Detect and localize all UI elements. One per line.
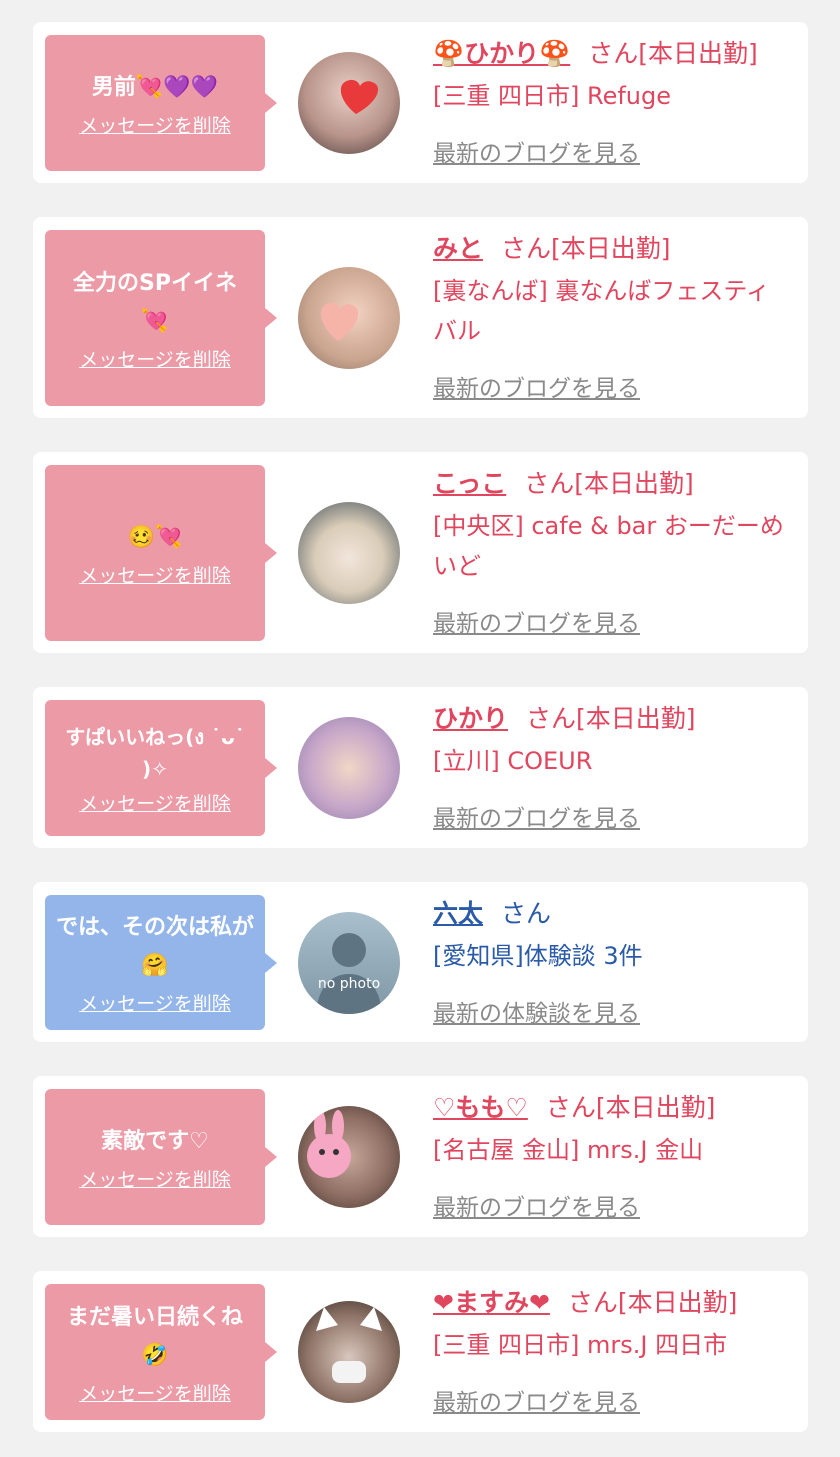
review-info: [愛知県]体験談 3件 — [433, 942, 643, 970]
message-card: すぱいいねっ(ง ˙ᴗ˙ )✧ メッセージを削除 ひかり さん[本日出勤] [立川… — [33, 687, 808, 848]
avatar[interactable] — [298, 1301, 400, 1403]
message-text: では、その次は私が🤗 — [55, 915, 254, 978]
latest-blog-link[interactable]: 最新のブログを見る — [433, 134, 640, 168]
message-card: 素敵です♡ メッセージを削除 ♡もも♡ さん[本日出勤] [名古屋 金山] mrs… — [33, 1076, 808, 1237]
attendance-status: [本日出勤] — [638, 39, 758, 68]
message-card: 🥴💘 メッセージを削除 こっこ さん[本日出勤] [中央区] cafe & bar… — [33, 452, 808, 653]
no-photo-label: no photo — [317, 976, 381, 992]
message-list: 男前💘💜💜 メッセージを削除 🍄ひかり🍄 さん[本日出勤] [三重 四日市] Re… — [0, 0, 840, 1457]
message-text: 男前💘💜💜 — [91, 74, 219, 100]
latest-blog-link[interactable]: 最新のブログを見る — [433, 1383, 640, 1417]
message-card: まだ暑い日続くね 🤣 メッセージを削除 ❤ますみ❤ さん[本日出勤] [三重 四日… — [33, 1271, 808, 1432]
delete-message-link[interactable]: メッセージを削除 — [79, 561, 231, 588]
message-bubble: では、その次は私が🤗 メッセージを削除 — [45, 895, 277, 1030]
heart-sticker-icon — [320, 302, 359, 341]
message-text: 全力のSPイイネ 💘 — [73, 270, 237, 334]
sender-info: ❤ますみ❤ さん[本日出勤] [三重 四日市] mrs.J 四日市 最新のブログを… — [433, 1283, 798, 1416]
message-text: 🥴💘 — [127, 524, 183, 550]
honorific: さん — [526, 704, 577, 733]
message-text: すぱいいねっ(ง ˙ᴗ˙ )✧ — [65, 724, 245, 781]
shop-info: [三重 四日市] Refuge — [433, 82, 672, 110]
shop-info: [名古屋 金山] mrs.J 金山 — [433, 1136, 704, 1164]
attendance-status: [本日出勤] — [617, 1288, 738, 1317]
sender-info: ひかり さん[本日出勤] [立川] COEUR 最新のブログを見る — [433, 699, 798, 832]
message-bubble: 男前💘💜💜 メッセージを削除 — [45, 35, 277, 171]
shop-info: [中央区] cafe & bar おーだーめいど — [433, 512, 784, 580]
message-card: 全力のSPイイネ 💘 メッセージを削除 みと さん[本日出勤] [裏なんば] 裏な… — [33, 217, 808, 418]
honorific: さん — [545, 1093, 596, 1122]
cat-ears-sticker-icon — [316, 1307, 382, 1383]
delete-message-link[interactable]: メッセージを削除 — [79, 111, 231, 138]
sender-name-link[interactable]: ❤ますみ❤ — [433, 1288, 550, 1317]
message-bubble: 🥴💘 メッセージを削除 — [45, 465, 277, 641]
sender-name-link[interactable]: こっこ — [433, 469, 506, 498]
sender-name-link[interactable]: 🍄ひかり🍄 — [433, 39, 570, 68]
message-text: 素敵です♡ — [101, 1128, 209, 1154]
message-bubble: すぱいいねっ(ง ˙ᴗ˙ )✧ メッセージを削除 — [45, 700, 277, 836]
attendance-status: [本日出勤] — [576, 704, 696, 733]
message-text: まだ暑い日続くね 🤣 — [66, 1304, 243, 1368]
latest-blog-link[interactable]: 最新のブログを見る — [433, 1188, 640, 1222]
sender-info: こっこ さん[本日出勤] [中央区] cafe & bar おーだーめいど 最新の… — [433, 464, 798, 637]
latest-review-link[interactable]: 最新の体験談を見る — [433, 994, 640, 1028]
shop-info: [三重 四日市] mrs.J 四日市 — [433, 1331, 728, 1359]
avatar[interactable] — [298, 52, 400, 154]
message-bubble: 素敵です♡ メッセージを削除 — [45, 1089, 277, 1225]
sender-name-link[interactable]: ♡もも♡ — [433, 1093, 528, 1122]
no-photo-avatar[interactable]: no photo — [298, 912, 400, 1014]
message-bubble: まだ暑い日続くね 🤣 メッセージを削除 — [45, 1284, 277, 1420]
sender-name-link[interactable]: みと — [433, 234, 483, 263]
honorific: さん — [501, 234, 552, 263]
attendance-status: [本日出勤] — [574, 469, 694, 498]
message-bubble: 全力のSPイイネ 💘 メッセージを削除 — [45, 230, 277, 406]
delete-message-link[interactable]: メッセージを削除 — [79, 1379, 231, 1406]
sender-info: みと さん[本日出勤] [裏なんば] 裏なんばフェスティバル 最新のブログを見る — [433, 229, 798, 402]
delete-message-link[interactable]: メッセージを削除 — [79, 1165, 231, 1192]
honorific: さん — [524, 469, 575, 498]
honorific: さん — [588, 39, 639, 68]
delete-message-link[interactable]: メッセージを削除 — [79, 989, 231, 1016]
sender-name-link[interactable]: ひかり — [433, 704, 508, 733]
honorific: さん — [501, 899, 552, 928]
message-card: 男前💘💜💜 メッセージを削除 🍄ひかり🍄 さん[本日出勤] [三重 四日市] Re… — [33, 22, 808, 183]
message-card: では、その次は私が🤗 メッセージを削除 no photo 六太 さん [愛知県]体… — [33, 882, 808, 1042]
avatar[interactable] — [298, 267, 400, 369]
delete-message-link[interactable]: メッセージを削除 — [79, 789, 231, 816]
avatar[interactable] — [298, 1106, 400, 1208]
attendance-status: [本日出勤] — [595, 1093, 716, 1122]
avatar[interactable] — [298, 717, 400, 819]
delete-message-link[interactable]: メッセージを削除 — [79, 345, 231, 372]
bunny-sticker-icon — [307, 1110, 351, 1178]
honorific: さん — [567, 1288, 618, 1317]
latest-blog-link[interactable]: 最新のブログを見る — [433, 604, 640, 638]
person-silhouette-icon — [316, 933, 382, 1014]
attendance-status: [本日出勤] — [551, 234, 671, 263]
sender-info: 🍄ひかり🍄 さん[本日出勤] [三重 四日市] Refuge 最新のブログを見る — [433, 34, 798, 167]
heart-sticker-icon — [340, 79, 379, 114]
latest-blog-link[interactable]: 最新のブログを見る — [433, 369, 640, 403]
sender-name-link[interactable]: 六太 — [433, 899, 483, 928]
shop-info: [立川] COEUR — [433, 747, 593, 775]
sender-info: 六太 さん [愛知県]体験談 3件 最新の体験談を見る — [433, 894, 798, 1027]
shop-info: [裏なんば] 裏なんばフェスティバル — [433, 277, 770, 345]
avatar[interactable] — [298, 502, 400, 604]
sender-info: ♡もも♡ さん[本日出勤] [名古屋 金山] mrs.J 金山 最新のブログを見る — [433, 1088, 798, 1221]
latest-blog-link[interactable]: 最新のブログを見る — [433, 799, 640, 833]
